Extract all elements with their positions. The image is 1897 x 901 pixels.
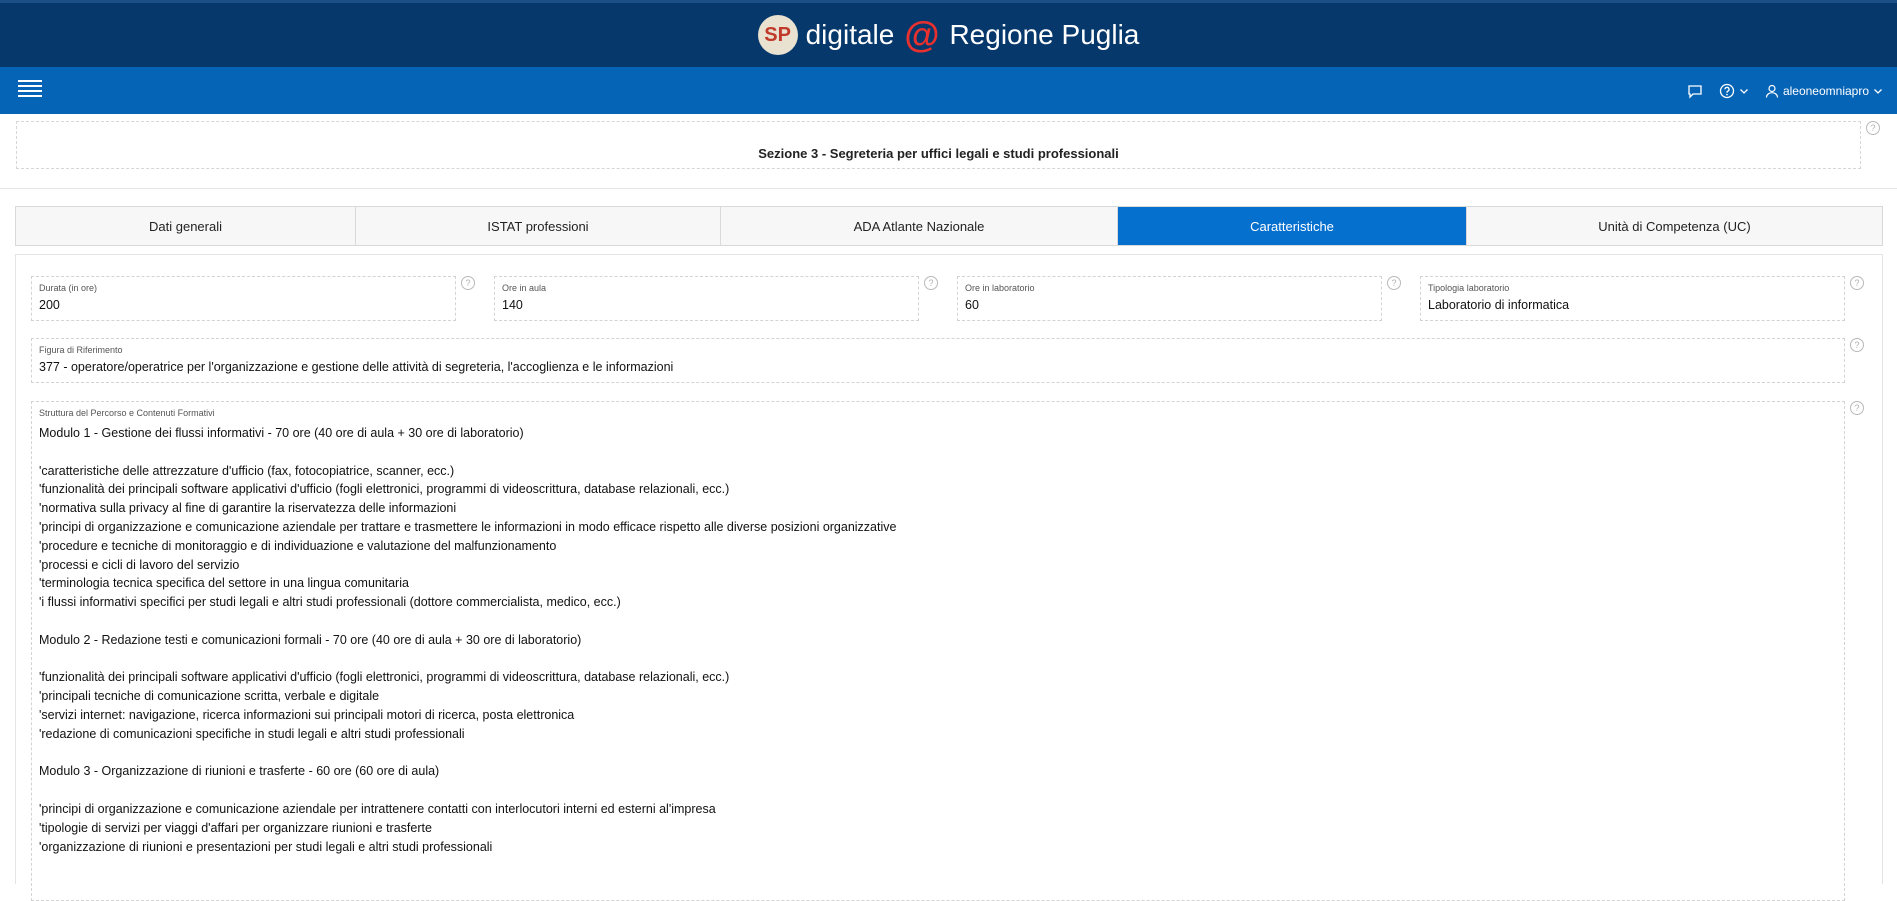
struttura-line: Modulo 1 - Gestione dei flussi informati… xyxy=(39,426,524,440)
struttura-line xyxy=(39,781,896,800)
hamburger-menu-icon[interactable] xyxy=(18,80,42,100)
chat-icon xyxy=(1687,83,1703,99)
question-circle-icon[interactable]: ? xyxy=(924,276,938,290)
figura-riferimento-field[interactable]: Figura di Riferimento 377 - operatore/op… xyxy=(31,338,1845,383)
ore-laboratorio-field[interactable]: Ore in laboratorio 60 xyxy=(957,276,1382,321)
ore-laboratorio-value: 60 xyxy=(965,298,979,312)
struttura-line: 'redazione di comunicazioni specifiche i… xyxy=(39,726,465,741)
question-circle-icon xyxy=(1719,83,1735,99)
brand[interactable]: SP digitale @ Regione Puglia xyxy=(757,14,1140,56)
struttura-line: 'i flussi informativi specifici per stud… xyxy=(39,595,621,610)
tipologia-laboratorio-field[interactable]: Tipologia laboratorio Laboratorio di inf… xyxy=(1420,276,1845,321)
durata-value: 200 xyxy=(39,298,60,312)
logo-text: SP xyxy=(764,23,791,46)
ore-aula-label: Ore in aula xyxy=(502,283,547,293)
tab-bar: Dati generali ISTAT professioni ADA Atla… xyxy=(15,206,1883,246)
user-icon xyxy=(1765,84,1779,98)
ore-aula-value: 140 xyxy=(502,298,523,312)
section-title: Sezione 3 - Segreteria per uffici legali… xyxy=(758,145,1119,161)
struttura-line: 'normativa sulla privacy al fine di gara… xyxy=(39,501,457,516)
ore-laboratorio-label: Ore in laboratorio xyxy=(965,283,1035,293)
brand-header: SP digitale @ Regione Puglia xyxy=(0,0,1897,67)
struttura-line: 'organizzazione di riunioni e presentazi… xyxy=(39,839,493,854)
question-circle-icon[interactable]: ? xyxy=(1850,338,1864,352)
struttura-line: 'principi di organizzazione e comunicazi… xyxy=(39,801,716,816)
tab-dati-generali[interactable]: Dati generali xyxy=(16,207,356,245)
figura-riferimento-label: Figura di Riferimento xyxy=(39,345,123,355)
figura-riferimento-value: 377 - operatore/operatrice per l'organiz… xyxy=(39,360,674,374)
tipologia-laboratorio-value: Laboratorio di informatica xyxy=(1428,298,1570,312)
main-content: Sezione 3 - Segreteria per uffici legali… xyxy=(0,114,1897,901)
question-circle-icon[interactable]: ? xyxy=(1866,121,1880,135)
brand-at-symbol: @ xyxy=(904,14,940,55)
struttura-line: Modulo 2 - Redazione testi e comunicazio… xyxy=(39,632,582,647)
tab-unita-competenza[interactable]: Unità di Competenza (UC) xyxy=(1467,207,1882,245)
struttura-line: 'servizi internet: navigazione, ricerca … xyxy=(39,707,575,722)
divider xyxy=(0,188,1897,189)
user-menu-button[interactable]: aleoneomniapro xyxy=(1765,84,1883,98)
tab-istat-professioni[interactable]: ISTAT professioni xyxy=(356,207,721,245)
struttura-line: 'tipologie di servizi per viaggi d'affar… xyxy=(39,820,432,835)
struttura-line: 'funzionalità dei principali software ap… xyxy=(39,670,730,685)
question-circle-icon[interactable]: ? xyxy=(1850,401,1864,415)
help-menu-button[interactable] xyxy=(1719,83,1749,99)
question-circle-icon[interactable]: ? xyxy=(1387,276,1401,290)
struttura-percorso-label: Struttura del Percorso e Contenuti Forma… xyxy=(39,408,215,418)
caratteristiche-panel: Durata (in ore) 200 ? Ore in aula 140 ? … xyxy=(15,254,1883,901)
struttura-line xyxy=(39,650,896,669)
struttura-line: 'caratteristiche delle attrezzature d'uf… xyxy=(39,463,455,478)
struttura-line: 'principi di organizzazione e comunicazi… xyxy=(39,519,897,534)
sp-logo-icon: SP xyxy=(757,15,798,55)
chevron-down-icon xyxy=(1873,86,1883,96)
struttura-line xyxy=(39,744,896,763)
question-circle-icon[interactable]: ? xyxy=(1850,276,1864,290)
brand-right-text: Regione Puglia xyxy=(949,19,1140,50)
chat-button[interactable] xyxy=(1687,83,1703,99)
struttura-line xyxy=(39,443,896,462)
question-circle-icon[interactable]: ? xyxy=(461,276,475,290)
struttura-line xyxy=(39,612,896,631)
ore-aula-field[interactable]: Ore in aula 140 xyxy=(494,276,919,321)
struttura-percorso-content: Modulo 1 - Gestione dei flussi informati… xyxy=(39,424,896,856)
durata-label: Durata (in ore) xyxy=(39,283,98,293)
durata-field[interactable]: Durata (in ore) 200 xyxy=(31,276,456,321)
tab-caratteristiche[interactable]: Caratteristiche xyxy=(1118,207,1467,245)
section-title-box: Sezione 3 - Segreteria per uffici legali… xyxy=(16,121,1861,169)
navbar: aleoneomniapro xyxy=(0,67,1897,114)
tipologia-laboratorio-label: Tipologia laboratorio xyxy=(1428,283,1510,293)
tab-ada-atlante-nazionale[interactable]: ADA Atlante Nazionale xyxy=(721,207,1118,245)
brand-left-text: digitale xyxy=(805,19,895,50)
navbar-actions: aleoneomniapro xyxy=(1687,67,1883,114)
struttura-line: 'terminologia tecnica specifica del sett… xyxy=(39,576,409,591)
chevron-down-icon xyxy=(1739,86,1749,96)
struttura-line: 'procedure e tecniche di monitoraggio e … xyxy=(39,538,557,553)
username-label: aleoneomniapro xyxy=(1782,83,1869,98)
struttura-line: 'processi e cicli di lavoro del servizio xyxy=(39,557,240,572)
struttura-line: Modulo 3 - Organizzazione di riunioni e … xyxy=(39,764,440,779)
struttura-percorso-textarea[interactable]: Struttura del Percorso e Contenuti Forma… xyxy=(31,401,1845,901)
struttura-line: 'principali tecniche di comunicazione sc… xyxy=(39,689,380,704)
struttura-line: 'funzionalità dei principali software ap… xyxy=(39,482,730,497)
